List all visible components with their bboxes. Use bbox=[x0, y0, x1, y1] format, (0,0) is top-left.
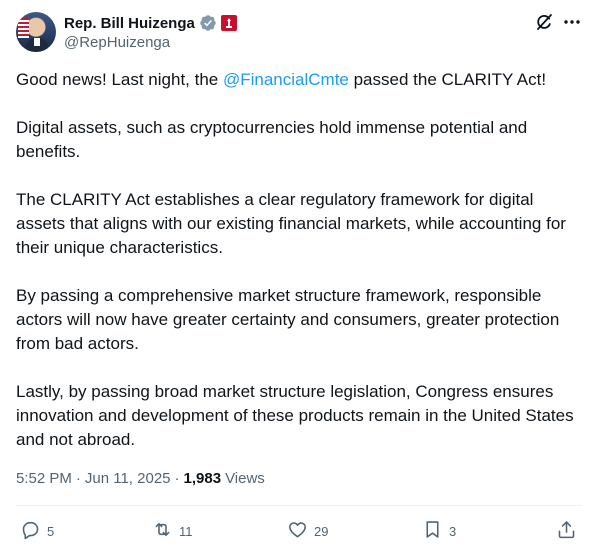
reply-icon bbox=[20, 519, 41, 543]
repost-icon bbox=[152, 519, 173, 543]
meta-separator: · bbox=[75, 470, 81, 487]
tweet-paragraph: The CLARITY Act establishes a clear regu… bbox=[16, 190, 566, 257]
bookmark-count: 3 bbox=[449, 523, 457, 539]
tweet-paragraph: By passing a comprehensive market struct… bbox=[16, 286, 560, 353]
more-icon[interactable] bbox=[562, 12, 582, 32]
government-badge-icon[interactable] bbox=[220, 15, 237, 31]
display-name[interactable]: Rep. Bill Huizenga bbox=[64, 15, 195, 32]
flag-decoration bbox=[18, 18, 29, 38]
tweet-paragraph: Lastly, by passing broad market structur… bbox=[16, 382, 574, 449]
tweet-meta: 5:52 PM · Jun 11, 2025 · 1,983 Views bbox=[16, 470, 265, 487]
tweet-text: Good news! Last night, the @FinancialCmt… bbox=[16, 68, 582, 452]
tweet-paragraph: Digital assets, such as cryptocurrencies… bbox=[16, 118, 528, 161]
like-button[interactable]: 29 bbox=[287, 518, 328, 544]
bookmark-icon bbox=[422, 519, 443, 543]
intro-text: Good news! Last night, the bbox=[16, 70, 223, 89]
name-row: Rep. Bill Huizenga bbox=[64, 13, 237, 33]
reply-button[interactable]: 5 bbox=[20, 518, 54, 544]
tweet-time[interactable]: 5:52 PM bbox=[16, 470, 72, 487]
like-count: 29 bbox=[314, 523, 329, 539]
verified-badge-icon[interactable] bbox=[199, 14, 217, 32]
divider bbox=[16, 505, 582, 506]
views-label: Views bbox=[225, 470, 265, 487]
intro-text-end: passed the CLARITY Act! bbox=[348, 70, 547, 89]
reply-count: 5 bbox=[47, 523, 55, 539]
avatar[interactable] bbox=[16, 12, 56, 52]
top-actions bbox=[534, 12, 582, 32]
share-button[interactable] bbox=[556, 518, 577, 544]
grok-icon[interactable] bbox=[534, 12, 554, 32]
mention-link[interactable]: @FinancialCmte bbox=[223, 70, 349, 89]
tweet-date[interactable]: Jun 11, 2025 bbox=[85, 470, 171, 487]
heart-icon bbox=[287, 519, 308, 543]
handle[interactable]: @RepHuizenga bbox=[64, 34, 170, 51]
tweet-paragraph-intro: Good news! Last night, the @FinancialCmt… bbox=[16, 68, 582, 92]
avatar-collar bbox=[34, 38, 40, 46]
meta-separator: · bbox=[174, 470, 180, 487]
action-bar: 5 11 29 3 bbox=[16, 518, 582, 544]
tweet-header: Rep. Bill Huizenga @RepHuizenga bbox=[16, 12, 582, 54]
views-count: 1,983 bbox=[183, 470, 222, 487]
repost-count: 11 bbox=[179, 523, 193, 539]
bookmark-button[interactable]: 3 bbox=[422, 518, 456, 544]
repost-button[interactable]: 11 bbox=[152, 518, 193, 544]
share-icon bbox=[556, 519, 577, 543]
